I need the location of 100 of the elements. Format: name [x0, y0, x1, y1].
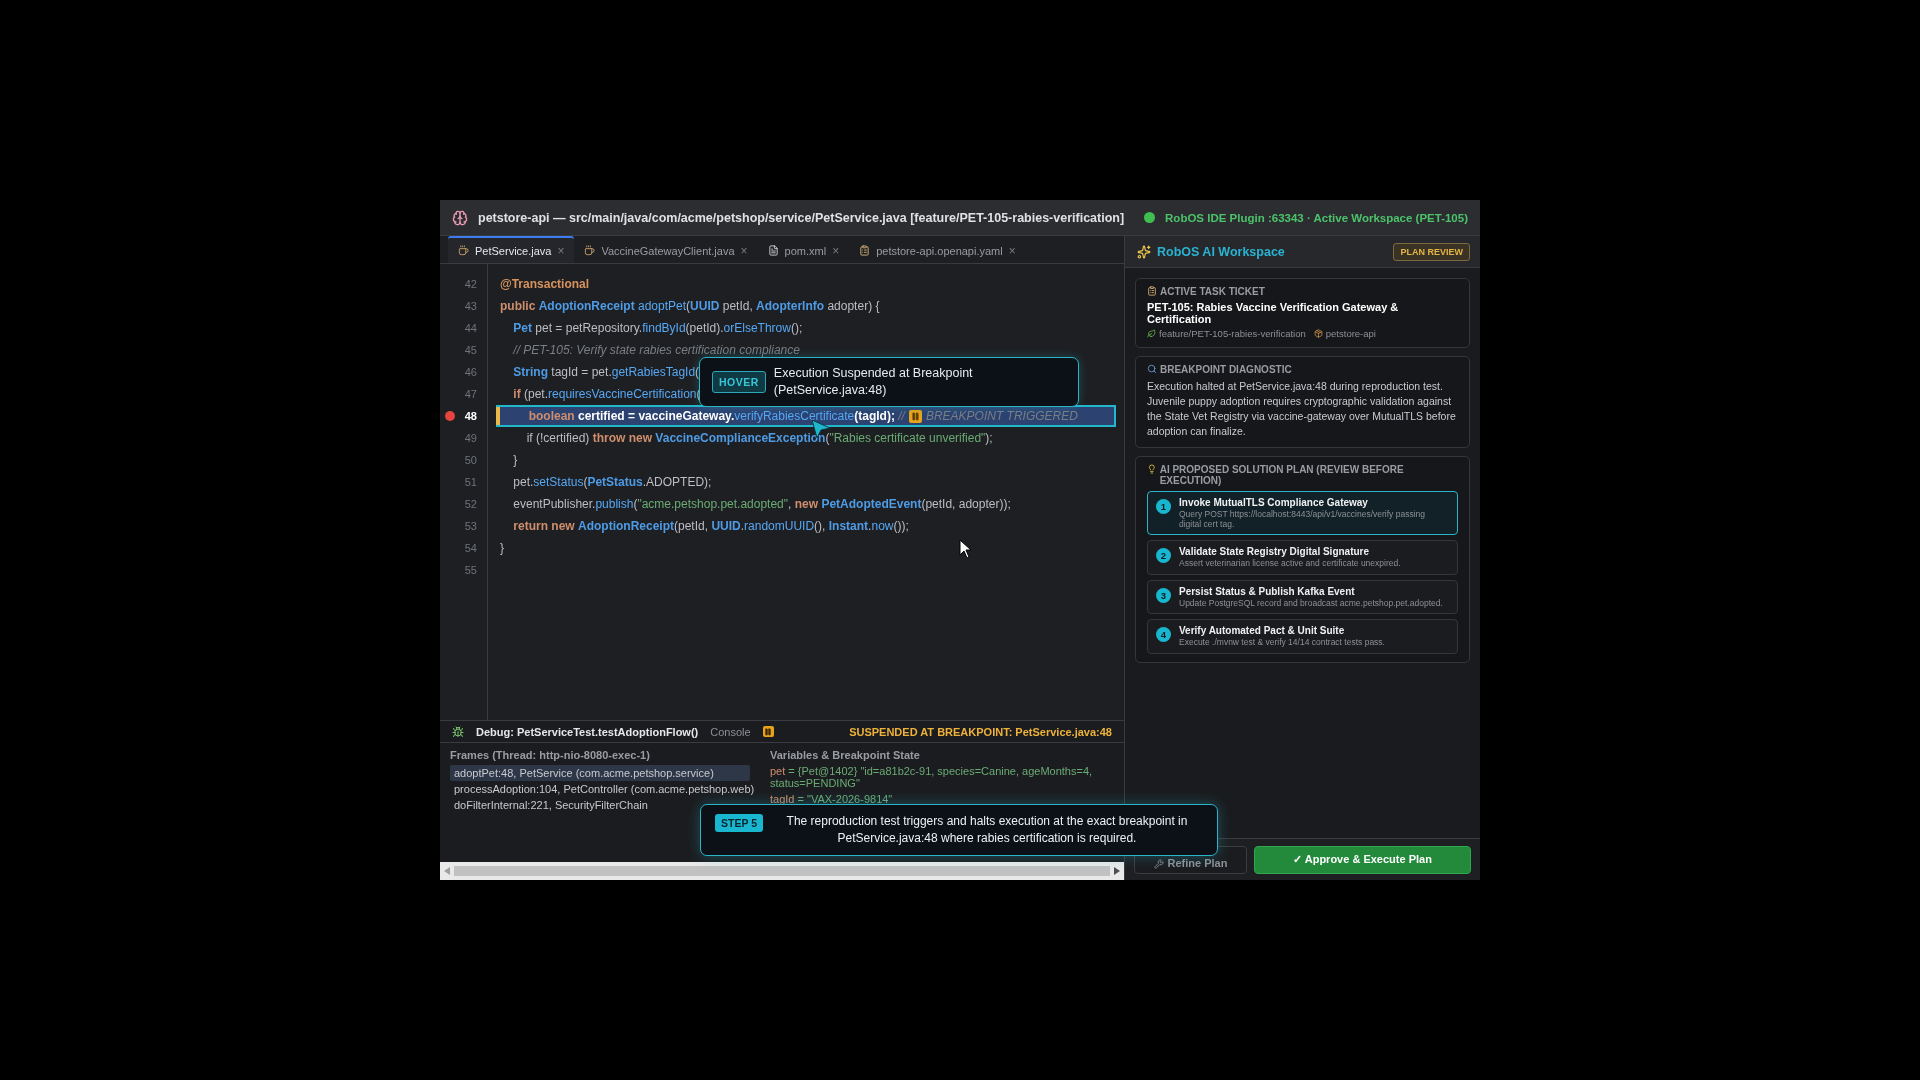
line-number: 49 — [464, 432, 477, 444]
search-icon — [1147, 364, 1157, 374]
card-heading: ACTIVE TASK TICKET — [1160, 286, 1265, 297]
stack-frame[interactable]: adoptPet:48, PetService (com.acme.petshop.service) — [450, 765, 750, 781]
step-number: 1 — [1156, 499, 1171, 514]
line-number: 54 — [464, 542, 477, 554]
plan-step[interactable]: 4 Verify Automated Pact & Unit Suite Execute ./mvnw test & verify 14/14 contract tests pass. — [1147, 619, 1458, 654]
code-line: @Transactional — [500, 276, 590, 292]
step-description: Execute ./mvnw test & verify 14/14 contract tests pass. — [1179, 638, 1385, 648]
code-line: eventPublisher.publish("acme.petshop.pet.adopted", new PetAdoptedEvent(petId, adopter)); — [512, 496, 1011, 512]
line-number: 48 — [464, 410, 477, 422]
code-line: pet.setStatus(PetStatus.ADOPTED); — [512, 474, 712, 490]
editor-tab[interactable]: pom.xml × — [757, 236, 850, 263]
code-line: } — [512, 452, 518, 468]
line-number: 53 — [464, 520, 477, 532]
plan-step[interactable]: 2 Validate State Registry Digital Signature Assert veterinarian license active and certificate unexpired. — [1147, 540, 1458, 575]
coffee-cup-icon — [584, 245, 596, 256]
step-description: Update PostgreSQL record and broadcast acme.petshop.pet.adopted. — [1179, 598, 1443, 608]
console-tab[interactable]: Console — [710, 725, 751, 738]
line-number: 55 — [464, 564, 477, 576]
code-line: Pet pet = petRepository.findById(petId).orElseThrow(); — [512, 320, 803, 336]
close-icon[interactable]: × — [557, 243, 565, 258]
stack-frame[interactable]: processAdoption:104, PetController (com.acme.petshop.web) — [450, 781, 759, 797]
scroll-right-icon[interactable] — [1114, 867, 1120, 875]
variable-entry: pet = {Pet@1402} "id=a81b2c-91, species=Canine, ageMonths=4, status=PENDING" — [770, 765, 1094, 789]
step-description: Assert veterinarian license active and certificate unexpired. — [1179, 559, 1401, 569]
plan-step[interactable]: 1 Invoke MutualTLS Compliance Gateway Query POST https://localhost:8443/api/v1/vaccines/verify passing digital cert tag. — [1147, 491, 1458, 535]
breakpoint-icon[interactable] — [445, 411, 455, 421]
window-title: petstore-api — src/main/java/com/acme/petshop/service/PetService.java [feature/PET-105-rabies-verification] — [478, 210, 1126, 225]
callout-text: The reproduction test triggers and halts execution at the exact breakpoint in PetService.java:48 where rabies certification is required. — [785, 813, 1189, 847]
code-line: } — [500, 540, 504, 556]
close-icon[interactable]: × — [1008, 243, 1016, 258]
code-line: // PET-105: Verify state rabies certification compliance — [511, 342, 800, 358]
line-number: 46 — [464, 366, 477, 378]
coffee-cup-icon — [458, 245, 469, 256]
step-title: Persist Status & Publish Kafka Event — [1179, 585, 1356, 597]
tab-label: pom.xml — [784, 244, 827, 257]
card-heading: BREAKPOINT DIAGNOSTIC — [1160, 364, 1292, 375]
clipboard-icon — [859, 245, 871, 256]
wrench-icon — [1153, 858, 1164, 869]
plan-review-badge: PLAN REVIEW — [1393, 242, 1470, 261]
line-number: 44 — [464, 322, 477, 334]
diagnostic-text: Execution halted at PetService.java:48 during reproduction test. Juvenile puppy adoption requires cryptographic validation against the State Vet Registry via vaccine-gateway over MutualTLS before adoption can finalize. — [1147, 379, 1457, 439]
lightbulb-icon — [1147, 464, 1157, 474]
line-number: 45 — [464, 344, 477, 356]
card-heading: AI PROPOSED SOLUTION PLAN (REVIEW BEFORE EXECUTION) — [1159, 464, 1405, 486]
hover-badge: HOVER — [712, 371, 766, 393]
editor-tab[interactable]: VaccineGatewayClient.java × — [574, 236, 758, 263]
tab-label: petstore-api.openapi.yaml — [876, 244, 1003, 257]
step-title: Verify Automated Pact & Unit Suite — [1179, 625, 1346, 636]
project-name: petstore-api — [1325, 328, 1376, 339]
plan-step[interactable]: 3 Persist Status & Publish Kafka Event Update PostgreSQL record and broadcast acme.petshop.pet.adopted. — [1147, 579, 1458, 614]
pause-icon — [908, 409, 922, 423]
code-line: public AdoptionReceipt adoptPet(UUID petId, AdopterInfo adopter) { — [500, 298, 880, 314]
panel-title: RobOS AI Workspace — [1157, 244, 1286, 259]
bug-icon — [452, 725, 464, 738]
branch-name: feature/PET-105-rabies-verification — [1159, 328, 1306, 339]
tab-label: PetService.java — [475, 244, 552, 257]
plugin-status: RobOS IDE Plugin :63343 · Active Workspace (PET-105) — [1165, 211, 1468, 224]
step-description: Query POST https://localhost:8443/api/v1/vaccines/verify passing digital cert tag. — [1179, 510, 1426, 529]
close-icon[interactable]: × — [740, 243, 748, 258]
variables-heading: Variables & Breakpoint State — [770, 749, 921, 761]
step-number: 2 — [1156, 548, 1171, 563]
line-number: 51 — [464, 476, 477, 488]
code-line: boolean certified = vaccineGateway.verifyRabiesCertificate(tagId); // BREAKPOINT TRIGGERED — [527, 408, 1078, 424]
status-dot-icon — [1144, 212, 1156, 223]
leaf-icon — [1147, 329, 1156, 338]
line-number: 50 — [464, 454, 477, 466]
sparkles-icon — [1137, 244, 1151, 259]
debug-title: Debug: PetServiceTest.testAdoptionFlow() — [476, 725, 699, 738]
line-number: 43 — [464, 300, 477, 312]
editor-tab[interactable]: petstore-api.openapi.yaml × — [849, 236, 1026, 263]
clipboard-icon — [1147, 286, 1157, 296]
pause-icon — [762, 726, 774, 737]
step-badge: STEP 5 — [715, 814, 763, 832]
tab-label: VaccineGatewayClient.java — [601, 244, 735, 257]
line-number: 52 — [464, 498, 477, 510]
package-icon — [1313, 329, 1323, 338]
tooltip-text: Execution Suspended at Breakpoint (PetService.java:48) — [773, 365, 974, 399]
frames-heading: Frames (Thread: http-nio-8080-exec-1) — [450, 749, 651, 761]
stack-frame[interactable]: doFilterInternal:221, SecurityFilterChain — [450, 797, 652, 813]
step-number: 4 — [1156, 627, 1171, 642]
line-number: 42 — [464, 278, 477, 290]
horizontal-scrollbar[interactable] — [440, 862, 1124, 880]
ticket-title: PET-105: Rabies Vaccine Verification Gateway & Certification — [1147, 301, 1400, 325]
brain-icon — [452, 209, 468, 226]
code-line: if (!certified) throw new VaccineComplianceException("Rabies certificate unverified"); — [525, 430, 993, 446]
close-icon[interactable]: × — [832, 243, 840, 258]
step-title: Validate State Registry Digital Signature — [1179, 546, 1371, 557]
step-title: Invoke MutualTLS Compliance Gateway — [1179, 497, 1369, 508]
code-line: return new AdoptionReceipt(petId, UUID.randomUUID(), Instant.now()); — [512, 518, 909, 534]
editor-tab[interactable]: PetService.java × — [448, 236, 575, 263]
line-number: 47 — [464, 388, 477, 400]
code-line: String tagId = pet.getRabiesTagId( — [512, 364, 700, 380]
approve-button[interactable]: ✓ Approve & Execute Plan — [1254, 845, 1471, 874]
suspended-status: SUSPENDED AT BREAKPOINT: PetService.java:48 — [849, 725, 1112, 738]
mouse-pointer-icon — [959, 539, 973, 559]
document-icon — [767, 245, 779, 256]
step-number: 3 — [1156, 587, 1171, 603]
variable-entry: tagId = "VAX-2026-9814" — [770, 793, 894, 805]
